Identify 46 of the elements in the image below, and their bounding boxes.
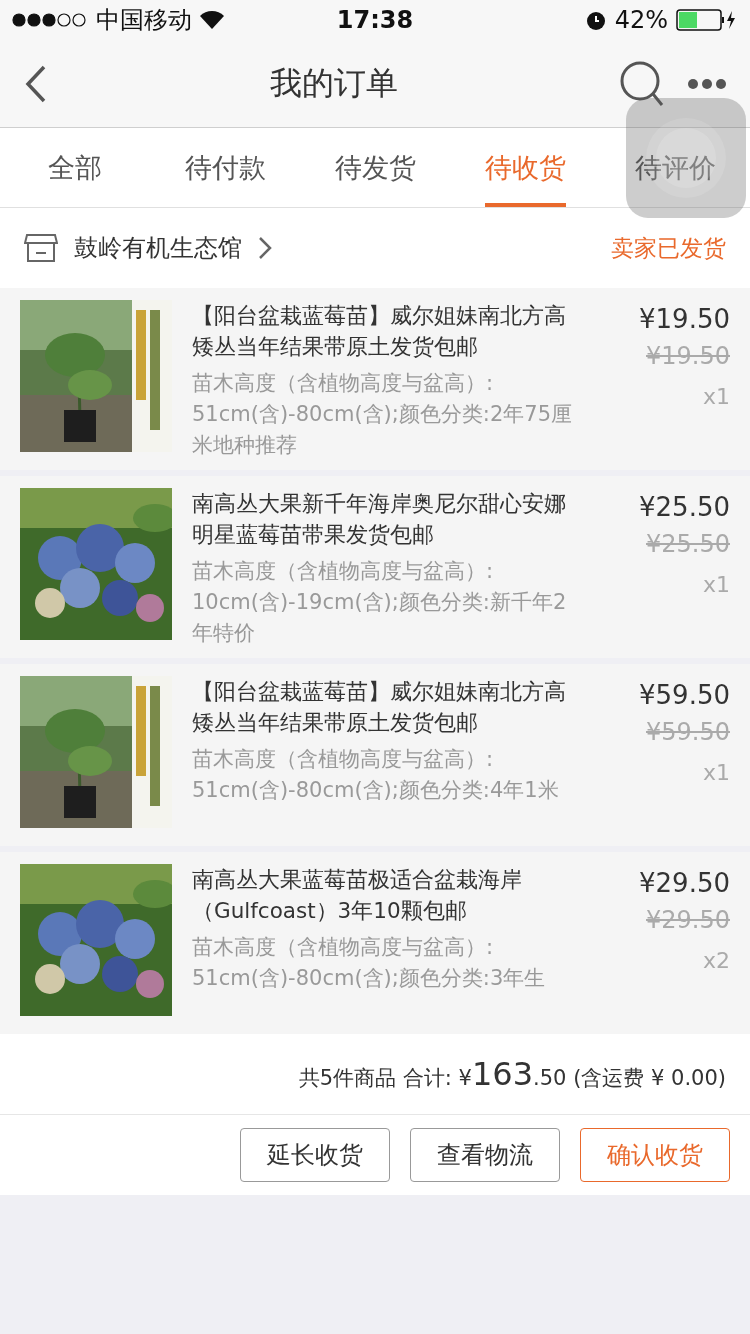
quantity: x2 <box>702 948 730 973</box>
back-icon[interactable] <box>24 63 48 104</box>
action-button[interactable]: 延长收货 <box>240 1128 390 1182</box>
quantity: x1 <box>702 384 730 409</box>
order-status: 卖家已发货 <box>611 233 726 263</box>
product-spec: 苗木高度（含植物高度与盆高）: 10cm(含)-19cm(含);颜色分类:新千年2年特价 <box>192 558 568 647</box>
more-icon[interactable] <box>688 78 726 89</box>
action-button[interactable]: 查看物流 <box>410 1128 560 1182</box>
carrier-label: 中国移动 <box>96 5 192 36</box>
product-spec: 苗木高度（含植物高度与盆高）: 51cm(含)-80cm(含);颜色分类:2年75厘米地种推荐 <box>192 370 574 459</box>
quantity: x1 <box>702 760 730 785</box>
product-title: 南高丛大果蓝莓苗极适合盆栽海岸（Gulfcoast）3年10颗包邮 <box>192 866 523 925</box>
chevron-right-icon[interactable] <box>258 236 272 260</box>
quantity: x1 <box>702 572 730 597</box>
price: ¥29.50 <box>639 868 730 898</box>
product-title: 【阳台盆栽蓝莓苗】威尔姐妹南北方高矮丛当年结果带原土发货包邮 <box>192 302 567 361</box>
order-tab[interactable]: 待发货 <box>334 128 416 207</box>
shop-name[interactable]: 鼓岭有机生态馆 <box>74 232 242 264</box>
order-item[interactable]: 南高丛大果新千年海岸奥尼尔甜心安娜明星蓝莓苗带果发货包邮 苗木高度（含植物高度与盆高）: 10cm(含)-19cm(含);颜色分类:新千年2年特价 ¥25.50 ¥25.50 x1 <box>0 476 750 658</box>
order-item[interactable]: 【阳台盆栽蓝莓苗】威尔姐妹南北方高矮丛当年结果带原土发货包邮 苗木高度（含植物高度与盆高）: 51cm(含)-80cm(含);颜色分类:2年75厘米地种推荐 ¥19.50 ¥19.50 x1 <box>0 288 750 470</box>
order-tab[interactable]: 全部 <box>48 128 102 207</box>
signal-icon <box>12 13 88 27</box>
wifi-icon <box>200 11 224 29</box>
product-title: 南高丛大果新千年海岸奥尼尔甜心安娜明星蓝莓苗带果发货包邮 <box>192 490 567 549</box>
product-spec: 苗木高度（含植物高度与盆高）: 51cm(含)-80cm(含);颜色分类:4年1米 <box>192 746 560 804</box>
order-summary: 共5件商品 合计: ¥163.50 (含运费 ¥ 0.00) <box>298 1055 726 1093</box>
assistive-touch-button[interactable] <box>626 98 746 218</box>
battery-percent: 42% <box>614 6 668 34</box>
order-item[interactable]: 南高丛大果蓝莓苗极适合盆栽海岸（Gulfcoast）3年10颗包邮 苗木高度（含植物高度与盆高）: 51cm(含)-80cm(含);颜色分类:3年生 ¥29.50 ¥29.50 x2 <box>0 852 750 1034</box>
original-price: ¥19.50 <box>646 342 730 370</box>
search-icon[interactable] <box>620 60 664 107</box>
price: ¥19.50 <box>639 304 730 334</box>
order-tab[interactable]: 待付款 <box>184 128 266 207</box>
battery-icon <box>676 9 738 31</box>
store-icon <box>24 233 58 263</box>
status-time: 17:38 <box>336 6 414 34</box>
alarm-icon <box>584 9 607 31</box>
product-title: 【阳台盆栽蓝莓苗】威尔姐妹南北方高矮丛当年结果带原土发货包邮 <box>192 678 567 737</box>
price: ¥25.50 <box>639 492 730 522</box>
order-item[interactable]: 【阳台盆栽蓝莓苗】威尔姐妹南北方高矮丛当年结果带原土发货包邮 苗木高度（含植物高度与盆高）: 51cm(含)-80cm(含);颜色分类:4年1米 ¥59.50 ¥59.50 x1 <box>0 664 750 846</box>
price: ¥59.50 <box>639 680 730 710</box>
product-spec: 苗木高度（含植物高度与盆高）: 51cm(含)-80cm(含);颜色分类:3年生 <box>192 934 547 992</box>
page-title: 我的订单 <box>269 62 399 104</box>
original-price: ¥59.50 <box>646 718 730 746</box>
original-price: ¥29.50 <box>646 906 730 934</box>
original-price: ¥25.50 <box>646 530 730 558</box>
